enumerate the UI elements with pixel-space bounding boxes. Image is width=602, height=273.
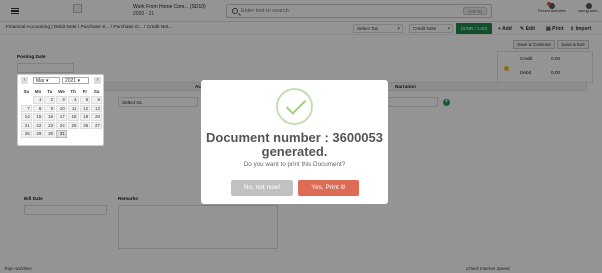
calendar-day[interactable]: 17 xyxy=(56,113,67,121)
success-check-icon xyxy=(276,88,313,125)
calendar-day[interactable]: 25 xyxy=(67,121,79,129)
calendar-week-row: 123456 xyxy=(21,96,102,104)
calendar-empty-cell xyxy=(80,130,91,138)
calendar-empty-cell xyxy=(91,130,102,138)
calendar-day[interactable]: 3 xyxy=(56,96,67,104)
check-internet-speed-link[interactable]: Check Internet Speed xyxy=(466,266,510,271)
calendar-day[interactable]: 19 xyxy=(79,113,91,121)
year-value: 2021 xyxy=(65,78,77,84)
calendar-week-row: 28 29 30 31 xyxy=(21,130,102,138)
weekday-header: Tu xyxy=(47,88,53,94)
calendar-day[interactable]: 4 xyxy=(67,96,79,104)
next-month-icon[interactable]: › xyxy=(94,77,101,84)
month-select[interactable]: Mar ▾ xyxy=(33,77,60,84)
calendar-grid: Su Mo Tu We Th Fr Sa 1 2 3 4 5 6 7 8 9 10 11 12 13 14 15 16 17… xyxy=(20,86,103,139)
calendar-week-row: 21 22 23 24 25 26 27 xyxy=(21,121,102,129)
calendar-day[interactable]: 12 xyxy=(79,104,91,112)
calendar-day[interactable]: 6 xyxy=(91,96,102,104)
date-picker: ‹ Mar ▾ 2021 ▾ › Su Mo Tu We Th Fr Sa 12345678… xyxy=(17,74,104,146)
calendar-day[interactable]: 31 xyxy=(56,130,67,138)
weekday-header: Sa xyxy=(93,88,100,94)
dialog-message: Do you want to print this Document? xyxy=(243,161,346,168)
prev-month-icon[interactable]: ‹ xyxy=(21,77,28,84)
calendar-day[interactable]: 29 xyxy=(32,130,44,138)
calendar-day[interactable]: 16 xyxy=(44,113,56,121)
document-generated-dialog: Document number : 3600053 generated. Do … xyxy=(201,80,388,204)
footer-left-text[interactable]: Trap Activities xyxy=(4,266,32,271)
calendar-day[interactable]: 10 xyxy=(56,104,67,112)
calendar-empty-cell xyxy=(68,130,79,138)
weekday-header: We xyxy=(58,88,65,94)
calendar-day[interactable]: 1 xyxy=(32,96,44,104)
calendar-day[interactable]: 8 xyxy=(32,104,44,112)
calendar-day[interactable]: 22 xyxy=(32,121,44,129)
calendar-week-row: 7 8 9 10 11 12 13 xyxy=(21,104,102,112)
calendar-day[interactable]: 11 xyxy=(67,104,79,112)
calendar-day[interactable]: 20 xyxy=(91,113,102,121)
dialog-title: Document number : 3600053 generated. xyxy=(205,130,383,159)
no-not-now-button[interactable]: No, not now! xyxy=(231,180,293,196)
month-value: Mar xyxy=(36,78,45,84)
calendar-day[interactable]: 27 xyxy=(91,121,102,129)
calendar-day[interactable]: 15 xyxy=(32,113,44,121)
yes-print-button[interactable]: Yes, Print it! xyxy=(298,180,359,196)
calendar-day[interactable]: 13 xyxy=(91,104,102,112)
calendar-day[interactable]: 14 xyxy=(21,113,32,121)
calendar-day[interactable]: 21 xyxy=(21,121,32,129)
calendar-day[interactable]: 24 xyxy=(56,121,67,129)
year-select[interactable]: 2021 ▾ xyxy=(62,77,89,84)
calendar-day[interactable]: 2 xyxy=(44,96,56,104)
weekday-header: Fr xyxy=(82,88,88,94)
calendar-day[interactable]: 26 xyxy=(79,121,91,129)
calendar-day[interactable]: 30 xyxy=(44,130,56,138)
calendar-day[interactable]: 9 xyxy=(44,104,56,112)
calendar-day[interactable]: 28 xyxy=(21,130,32,138)
calendar-day[interactable]: 5 xyxy=(79,96,91,104)
weekday-header: Mo xyxy=(34,88,42,94)
calendar-day[interactable]: 7 xyxy=(21,104,32,112)
weekday-header: Su xyxy=(23,88,30,94)
weekday-header: Th xyxy=(70,88,76,94)
calendar-empty-cell xyxy=(21,96,32,104)
calendar-day[interactable]: 23 xyxy=(44,121,56,129)
calendar-day[interactable]: 18 xyxy=(67,113,79,121)
calendar-week-row: 14 15 16 17 18 19 20 xyxy=(21,113,102,121)
